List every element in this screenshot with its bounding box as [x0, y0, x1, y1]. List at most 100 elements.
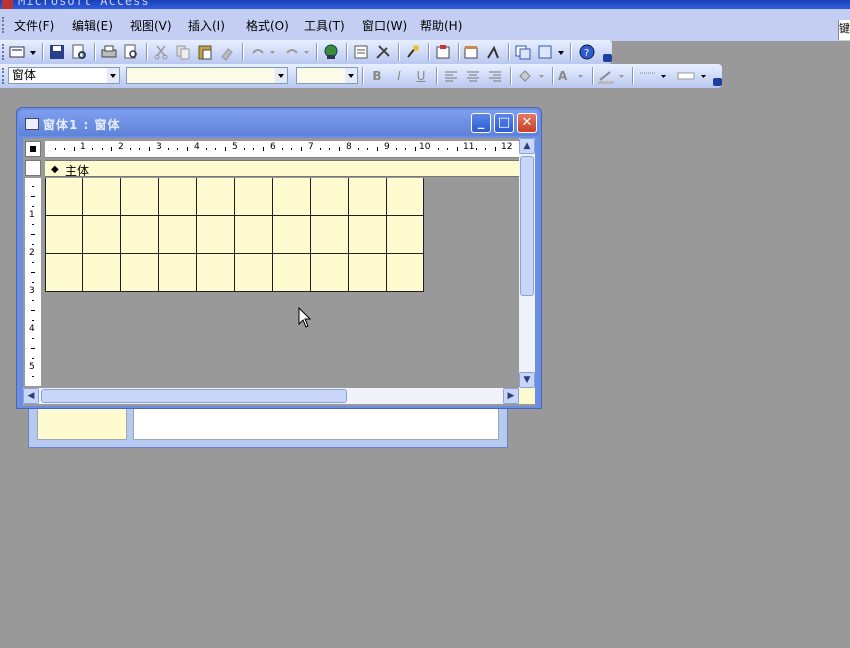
- ruler-ticks: [55, 147, 496, 151]
- toolbox-icon[interactable]: [374, 43, 392, 61]
- copy-icon[interactable]: [174, 43, 192, 61]
- font-color-button[interactable]: A: [558, 67, 588, 85]
- ruler-label: 7: [308, 142, 314, 152]
- autoformat-icon[interactable]: [404, 43, 422, 61]
- print-preview-icon[interactable]: [122, 43, 140, 61]
- form-window-title: 窗体1 : 窗体: [43, 118, 121, 132]
- ruler-label: 9: [384, 142, 390, 152]
- vertical-scroll-thumb[interactable]: [520, 156, 534, 296]
- section-arrow-icon: ◆: [51, 164, 59, 175]
- scroll-left-button[interactable]: ◀: [23, 388, 39, 404]
- object-combo[interactable]: 窗体: [8, 67, 120, 84]
- cut-icon[interactable]: [152, 43, 170, 61]
- close-button[interactable]: ✕: [517, 113, 537, 133]
- menu-window[interactable]: 窗口(W): [362, 17, 407, 34]
- app-title: Microsoft Access: [18, 0, 150, 8]
- menu-tools[interactable]: 工具(T): [304, 17, 345, 34]
- grid-line: [82, 178, 83, 292]
- special-effect-icon[interactable]: [676, 67, 710, 85]
- align-left-icon[interactable]: [442, 67, 460, 85]
- format-painter-icon[interactable]: [218, 43, 236, 61]
- hyperlink-icon[interactable]: [322, 43, 340, 61]
- font-name-combo[interactable]: [126, 67, 288, 84]
- vruler-label: 3: [29, 286, 35, 296]
- font-size-combo[interactable]: [296, 67, 358, 84]
- properties-icon[interactable]: [462, 43, 480, 61]
- help-search-box[interactable]: 键: [838, 20, 850, 40]
- align-right-icon[interactable]: [486, 67, 504, 85]
- horizontal-ruler[interactable]: 1 2 3 4 5 6 7 8 9 10 11 12: [45, 141, 519, 158]
- chevron-down-icon[interactable]: [345, 68, 357, 83]
- redo-icon[interactable]: [282, 43, 312, 61]
- grid-line: [386, 178, 387, 292]
- toolbar-options-chevron[interactable]: [603, 54, 612, 62]
- fill-color-icon[interactable]: [516, 67, 548, 85]
- chevron-down-icon[interactable]: [107, 68, 119, 83]
- minimize-button[interactable]: _: [471, 113, 491, 133]
- align-center-icon[interactable]: [464, 67, 482, 85]
- line-color-icon[interactable]: [596, 67, 628, 85]
- scroll-down-button[interactable]: ▼: [519, 372, 535, 388]
- grid-line: [45, 215, 424, 216]
- vruler-label: 4: [29, 324, 35, 334]
- grid-line: [348, 178, 349, 292]
- form-design-surface: 1 2 3 4 5 6 7 8 9 10 11 12 ◆ 主体 1 2 3 4 …: [23, 138, 535, 406]
- section-selector[interactable]: [25, 160, 41, 176]
- form-design-toolbar: ?: [0, 40, 612, 64]
- grid-line: [45, 291, 424, 292]
- bold-button[interactable]: B: [368, 67, 386, 85]
- formatting-toolbar: 窗体 B I U A: [0, 64, 722, 88]
- toolbar-grip[interactable]: [2, 44, 6, 60]
- line-width-icon[interactable]: [638, 67, 670, 85]
- grid-line: [120, 178, 121, 292]
- chevron-down-icon[interactable]: [275, 68, 287, 83]
- new-object-dropdown[interactable]: [536, 43, 566, 61]
- ruler-label: 6: [270, 142, 276, 152]
- menu-view[interactable]: 视图(V): [130, 17, 172, 34]
- toolbar-options-chevron[interactable]: [713, 78, 722, 86]
- form-design-window: 窗体1 : 窗体 _ □ ✕ 1 2 3 4 5 6 7 8 9 10 11 1…: [16, 107, 542, 409]
- app-title-bar: Microsoft Access: [0, 0, 850, 9]
- vertical-scrollbar[interactable]: ▲ ▼: [519, 138, 535, 388]
- underline-button[interactable]: U: [412, 67, 430, 85]
- menu-grip[interactable]: [2, 17, 6, 33]
- help-icon[interactable]: ?: [578, 43, 596, 61]
- form-window-titlebar[interactable]: 窗体1 : 窗体 _ □ ✕: [19, 110, 539, 136]
- scroll-right-button[interactable]: ▶: [503, 388, 519, 404]
- mouse-pointer-icon: [298, 306, 312, 332]
- undo-icon[interactable]: [248, 43, 278, 61]
- vruler-label: 5: [29, 362, 35, 372]
- object-combo-value: 窗体: [12, 68, 37, 82]
- horizontal-scroll-thumb[interactable]: [41, 389, 347, 403]
- italic-button[interactable]: I: [390, 67, 408, 85]
- field-list-icon[interactable]: [352, 43, 370, 61]
- menu-file[interactable]: 文件(F): [14, 17, 54, 34]
- print-icon[interactable]: [100, 43, 118, 61]
- menu-help[interactable]: 帮助(H): [420, 17, 462, 34]
- ruler-label: 4: [194, 142, 200, 152]
- menu-format[interactable]: 格式(O): [246, 17, 289, 34]
- toolbar-grip[interactable]: [2, 68, 6, 84]
- menu-edit[interactable]: 编辑(E): [72, 17, 113, 34]
- ruler-label: 5: [232, 142, 238, 152]
- save-icon[interactable]: [48, 43, 66, 61]
- form-selector[interactable]: [25, 141, 41, 157]
- menu-insert[interactable]: 插入(I): [188, 17, 225, 34]
- menu-bar: 文件(F) 编辑(E) 视图(V) 插入(I) 格式(O) 工具(T) 窗口(W…: [0, 9, 850, 41]
- ruler-label: 2: [118, 142, 124, 152]
- maximize-button[interactable]: □: [494, 113, 514, 133]
- database-window-icon[interactable]: [514, 43, 532, 61]
- detail-section-grid[interactable]: [45, 178, 424, 292]
- code-icon[interactable]: [434, 43, 452, 61]
- vertical-ruler[interactable]: 1 2 3 4 5: [25, 178, 41, 386]
- vruler-label: 2: [29, 248, 35, 258]
- paste-icon[interactable]: [196, 43, 214, 61]
- horizontal-scrollbar[interactable]: ◀ ▶: [23, 388, 519, 404]
- grid-line: [234, 178, 235, 292]
- ruler-label: 8: [346, 142, 352, 152]
- view-dropdown-button[interactable]: [8, 43, 38, 61]
- file-search-icon[interactable]: [70, 43, 88, 61]
- detail-section-bar[interactable]: ◆ 主体: [45, 160, 519, 178]
- scroll-up-button[interactable]: ▲: [519, 138, 535, 154]
- build-icon[interactable]: [484, 43, 502, 61]
